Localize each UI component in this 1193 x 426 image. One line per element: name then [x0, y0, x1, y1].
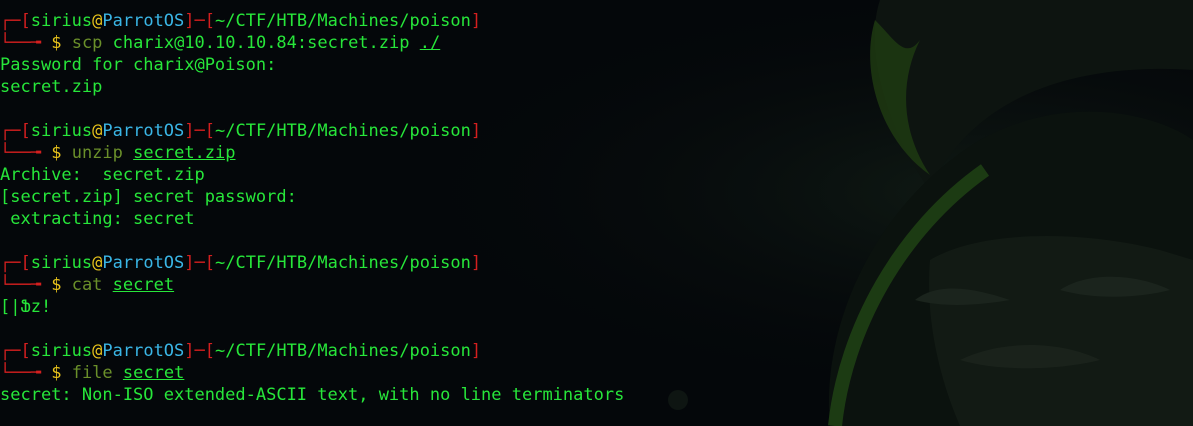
prompt-header-line: ┌─[sirius@ParrotOS]─[~/CTF/HTB/Machines/… — [0, 340, 1193, 362]
command-line: └──╼ $ cat secret — [0, 274, 1193, 296]
prompt-frame-bottom: └──╼ — [0, 275, 41, 295]
prompt-at-sign: @ — [92, 121, 103, 141]
command-name: file — [71, 363, 113, 383]
prompt-user: sirius — [30, 11, 93, 31]
output-text: secret.zip — [0, 77, 103, 97]
prompt-user: sirius — [30, 341, 93, 361]
prompt-frame-mid: ]─[ — [184, 253, 215, 273]
command-argument: charix@10.10.10.84:secret.zip — [112, 33, 410, 53]
output-text: [secret.zip] secret password: — [0, 187, 297, 207]
prompt-path: ~/CTF/HTB/Machines/poison — [215, 11, 471, 31]
output-line: Archive: secret.zip — [0, 164, 1193, 186]
prompt-at-sign: @ — [92, 11, 103, 31]
prompt-at-sign: @ — [92, 253, 103, 273]
prompt-frame-mid: ]─[ — [184, 341, 215, 361]
prompt-frame-bottom: └──╼ — [0, 33, 41, 53]
output-text: extracting: secret — [0, 209, 195, 229]
command-argument: secret — [112, 275, 175, 295]
prompt-frame-close: ] — [470, 121, 482, 141]
output-line: extracting: secret — [0, 208, 1193, 230]
command-name: scp — [71, 33, 103, 53]
command-line: └──╼ $ scp charix@10.10.10.84:secret.zip… — [0, 32, 1193, 54]
prompt-user: sirius — [30, 121, 93, 141]
output-text: secret: Non-ISO extended-ASCII text, wit… — [0, 385, 625, 405]
prompt-frame-open: ┌─[ — [0, 121, 31, 141]
prompt-frame-open: ┌─[ — [0, 11, 31, 31]
command-name: cat — [71, 275, 103, 295]
prompt-at-sign: @ — [92, 341, 103, 361]
prompt-dollar: $ — [51, 363, 62, 383]
prompt-frame-bottom: └──╼ — [0, 363, 41, 383]
prompt-path: ~/CTF/HTB/Machines/poison — [215, 121, 471, 141]
command-line: └──╼ $ file secret — [0, 362, 1193, 384]
prompt-path: ~/CTF/HTB/Machines/poison — [215, 341, 471, 361]
prompt-header-line: ┌─[sirius@ParrotOS]─[~/CTF/HTB/Machines/… — [0, 120, 1193, 142]
prompt-frame-close: ] — [470, 11, 482, 31]
prompt-frame-open: ┌─[ — [0, 341, 31, 361]
prompt-dollar: $ — [51, 33, 62, 53]
output-text: [|Ֆz! — [0, 297, 52, 317]
prompt-header-line: ┌─[sirius@ParrotOS]─[~/CTF/HTB/Machines/… — [0, 252, 1193, 274]
output-line: [|Ֆz! — [0, 296, 1193, 318]
prompt-host: ParrotOS — [102, 121, 185, 141]
prompt-host: ParrotOS — [102, 11, 185, 31]
prompt-dollar: $ — [51, 275, 62, 295]
output-text: Archive: secret.zip — [0, 165, 205, 185]
prompt-header-line: ┌─[sirius@ParrotOS]─[~/CTF/HTB/Machines/… — [0, 10, 1193, 32]
prompt-frame-bottom: └──╼ — [0, 143, 41, 163]
prompt-host: ParrotOS — [102, 253, 185, 273]
command-name: unzip — [71, 143, 123, 163]
prompt-frame-open: ┌─[ — [0, 253, 31, 273]
output-line: Password for charix@Poison: — [0, 54, 1193, 76]
command-line: └──╼ $ unzip secret.zip — [0, 142, 1193, 164]
prompt-host: ParrotOS — [102, 341, 185, 361]
command-argument: secret — [122, 363, 185, 383]
terminal-window[interactable]: ┌─[sirius@ParrotOS]─[~/CTF/HTB/Machines/… — [0, 0, 1193, 426]
output-line: secret: Non-ISO extended-ASCII text, wit… — [0, 384, 1193, 406]
terminal-output: ┌─[sirius@ParrotOS]─[~/CTF/HTB/Machines/… — [0, 10, 1193, 406]
command-argument: secret.zip — [133, 143, 236, 163]
prompt-frame-mid: ]─[ — [184, 11, 215, 31]
output-line: secret.zip — [0, 76, 1193, 98]
prompt-dollar: $ — [51, 143, 62, 163]
output-line: [secret.zip] secret password: — [0, 186, 1193, 208]
command-argument: ./ — [419, 33, 441, 53]
prompt-frame-mid: ]─[ — [184, 121, 215, 141]
prompt-frame-close: ] — [470, 253, 482, 273]
prompt-path: ~/CTF/HTB/Machines/poison — [215, 253, 471, 273]
output-text: Password for charix@Poison: — [0, 55, 277, 75]
prompt-frame-close: ] — [470, 341, 482, 361]
prompt-user: sirius — [30, 253, 93, 273]
